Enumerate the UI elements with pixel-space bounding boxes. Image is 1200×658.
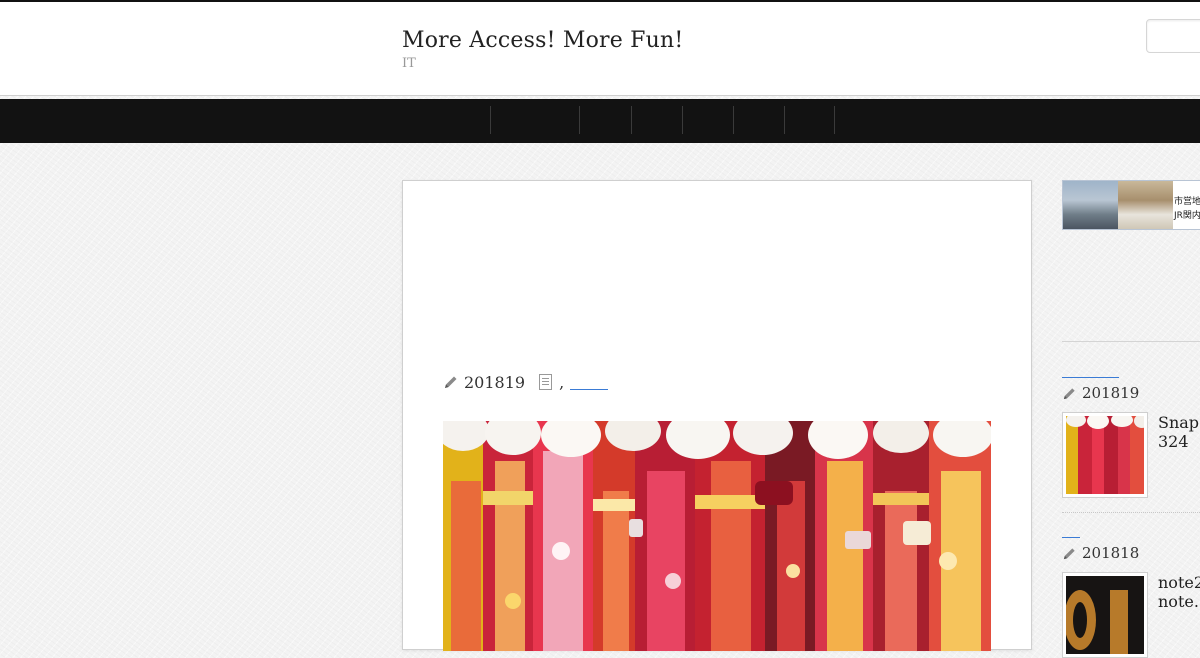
main-navigation [0,99,1200,143]
nav-item-1[interactable] [490,106,579,134]
recent-post-1-thumbnail[interactable] [1062,412,1148,498]
ad-text: 市営地下 JR関内 [1174,195,1200,223]
recent-posts-separator [1062,512,1200,513]
site-title[interactable]: More Access! More Fun! [402,28,683,53]
recent-post-2-heading-link[interactable] [1062,537,1080,538]
ad-text-line-1: 市営地下 [1174,197,1200,207]
recent-post-2-title-line-1: note2 [1158,573,1200,592]
recent-post-2-thumbnail[interactable] [1062,572,1148,658]
site-header: More Access! More Fun! IT [0,0,1200,96]
recent-post-1-title-line-2: 324 [1158,432,1189,451]
ad-hotel-room-image [1118,181,1173,229]
recent-post-1-date: 201819 [1082,384,1140,402]
sidebar-ad-banner[interactable]: 市営地下 JR関内 [1062,180,1200,230]
sidebar-divider [1062,341,1200,342]
category-link[interactable] [570,374,609,390]
ad-hotel-exterior-image [1063,181,1118,229]
pencil-icon [443,374,459,390]
post-meta: 201819 , [443,371,609,393]
recent-post-1-heading-link[interactable] [1062,377,1119,378]
category-separator: , [559,372,565,392]
main-article: 201819 , [402,180,1032,651]
nav-item-5[interactable] [733,106,784,134]
document-icon [539,374,553,390]
ad-text-line-2: JR関内 [1174,211,1200,221]
recent-post-2-title-line-2: note. [1158,592,1199,611]
post-featured-image[interactable] [443,421,991,651]
nav-item-2[interactable] [579,106,631,134]
recent-post-1-title-line-1: Snap [1158,413,1200,432]
nav-item-6[interactable] [784,106,834,134]
nav-divider [834,106,835,134]
recent-post-2-meta: 201818 [1062,544,1139,562]
recent-post-1-meta: 201819 [1062,384,1139,402]
search-input[interactable] [1146,19,1200,53]
nav-item-4[interactable] [682,106,733,134]
recent-post-1-title[interactable]: Snap 324 [1158,413,1199,451]
pencil-icon [1062,546,1077,561]
recent-post-2-date: 201818 [1082,544,1140,562]
nav-item-3[interactable] [631,106,682,134]
site-description: IT [402,56,416,71]
post-date: 201819 [464,372,526,392]
pencil-icon [1062,386,1077,401]
recent-post-2-title[interactable]: note2 note. [1158,573,1200,611]
